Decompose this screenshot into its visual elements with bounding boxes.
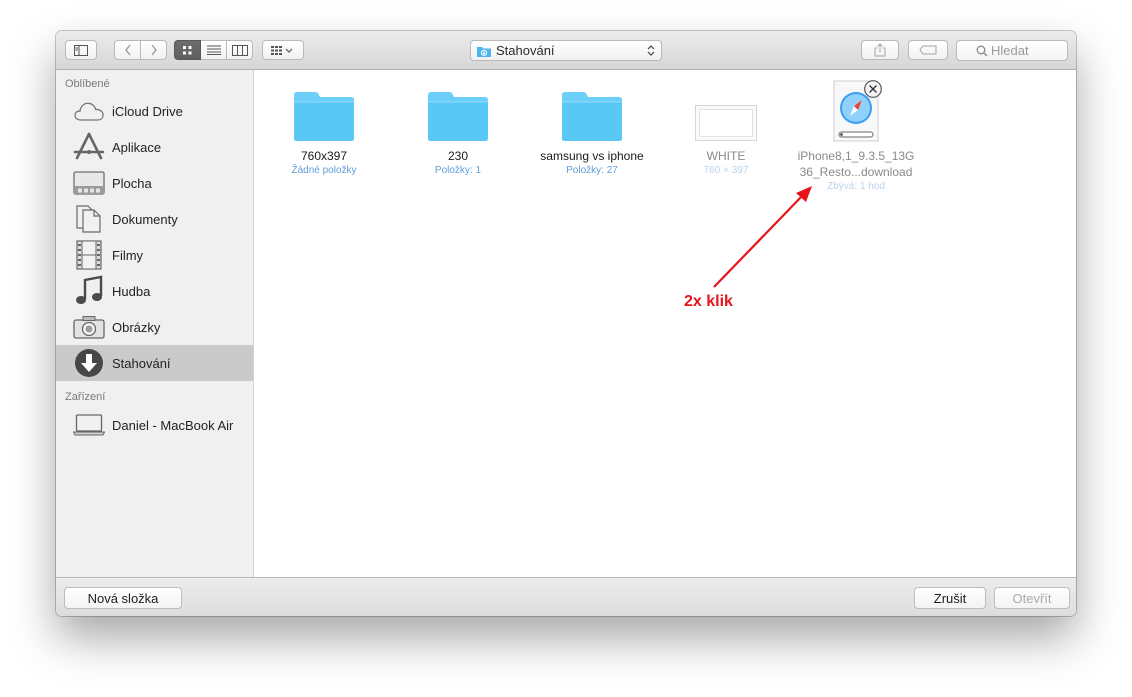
forward-button[interactable] (141, 40, 167, 60)
list-view-button[interactable] (201, 40, 227, 60)
sidebar-item-label: Obrázky (112, 319, 161, 335)
share-icon (874, 43, 886, 57)
sidebar: Oblíbené iCloud Drive Aplikace Plocha Do… (56, 70, 254, 577)
search-field[interactable]: Hledat (956, 40, 1068, 61)
file-item-name-line-1: iPhone8,1_9.3.5_13G (797, 149, 915, 163)
file-item-info: Položky: 27 (566, 165, 618, 176)
share-button[interactable] (861, 40, 899, 60)
sidebar-item-label: Stahování (112, 355, 171, 371)
chevron-left-icon (124, 44, 131, 56)
icon-view-icon (183, 45, 192, 54)
file-item-name: WHITE (706, 149, 746, 163)
back-button[interactable] (114, 40, 141, 60)
search-icon (976, 45, 988, 57)
sidebar-item-label: Dokumenty (112, 211, 178, 227)
sidebar-item-label: Aplikace (112, 139, 162, 155)
view-mode-group (174, 40, 253, 60)
cancel-button[interactable]: Zrušit (914, 587, 986, 609)
folder-icon (428, 92, 488, 141)
sidebar-item-label: Filmy (112, 247, 144, 263)
sidebar-item-label: Daniel - MacBook Air (112, 417, 234, 433)
desktop-icon (73, 171, 105, 195)
file-item-name-line-2: 36_Resto...download (799, 165, 913, 179)
file-item-image[interactable]: WHITE 760 × 397 (661, 78, 791, 177)
list-view-icon (206, 45, 221, 55)
devices-header: Zařízení (65, 391, 106, 403)
sidebar-item-stahovani[interactable]: Stahování (56, 345, 253, 381)
tag-button[interactable] (908, 40, 948, 60)
sidebar-item-label: Hudba (112, 283, 151, 299)
chevron-right-icon (150, 44, 157, 56)
location-popup[interactable]: Stahování (470, 40, 662, 61)
file-item-name: samsung vs iphone (540, 149, 644, 163)
film-icon (76, 240, 102, 270)
folder-icon (294, 92, 354, 141)
sidebar-item-filmy[interactable]: Filmy (56, 238, 253, 272)
tag-icon (919, 45, 937, 55)
file-item-info: Žádné položky (291, 165, 357, 176)
file-item-info: 760 × 397 (703, 165, 749, 176)
open-file-dialog: Stahování Hledat Oblíbené iCloud Drive A… (56, 31, 1076, 616)
file-item-name: 230 (447, 149, 469, 163)
open-button[interactable]: Otevřít (994, 587, 1070, 609)
file-item-folder[interactable]: 760x397 Žádné položky (259, 78, 389, 177)
cancel-download-icon[interactable] (864, 80, 882, 98)
sidebar-item-aplikace[interactable]: Aplikace (56, 130, 253, 164)
sidebar-item-obrazky[interactable]: Obrázky (56, 310, 253, 344)
sidebar-item-hudba[interactable]: Hudba (56, 274, 253, 308)
folder-icon (562, 92, 622, 141)
bottom-bar: Nová složka Zrušit Otevřít (56, 577, 1076, 616)
sidebar-item-macbook-air[interactable]: Daniel - MacBook Air (56, 408, 253, 442)
file-item-folder[interactable]: 230 Položky: 1 (393, 78, 523, 177)
column-view-icon (231, 44, 248, 56)
icon-view-button[interactable] (174, 40, 201, 60)
download-icon (75, 349, 103, 377)
file-item-download[interactable]: iPhone8,1_9.3.5_13G 36_Resto...download … (781, 78, 931, 193)
sidebar-item-plocha[interactable]: Plocha (56, 166, 253, 200)
back-forward-group (114, 40, 167, 60)
chevron-updown-icon (647, 45, 655, 56)
annotation-label: 2x klik (684, 293, 733, 310)
toolbar: Stahování Hledat (56, 31, 1076, 70)
file-browser: 760x397 Žádné položky 230 Položky: 1 sam… (254, 70, 1076, 577)
location-label: Stahování (496, 43, 555, 58)
file-item-folder[interactable]: samsung vs iphone Položky: 27 (527, 78, 657, 177)
music-note-icon (76, 275, 103, 304)
favorites-header: Oblíbené (65, 78, 110, 90)
laptop-icon (73, 414, 105, 436)
file-item-name: 760x397 (300, 149, 348, 163)
applications-icon (73, 132, 105, 160)
sidebar-toggle-icon (74, 44, 88, 56)
file-item-info: Položky: 1 (434, 165, 482, 176)
downloads-folder-icon (477, 46, 491, 57)
annotation-arrow (713, 186, 812, 288)
image-thumbnail-icon (695, 105, 757, 141)
column-view-button[interactable] (227, 40, 253, 60)
sidebar-item-label: iCloud Drive (112, 103, 183, 119)
sidebar-toggle-button[interactable] (65, 40, 97, 60)
sidebar-item-dokumenty[interactable]: Dokumenty (56, 202, 253, 236)
documents-icon (76, 205, 101, 233)
sidebar-item-icloud-drive[interactable]: iCloud Drive (56, 94, 253, 128)
arrange-icon (271, 45, 293, 55)
new-folder-button[interactable]: Nová složka (64, 587, 182, 609)
cloud-icon (74, 102, 104, 121)
arrange-button[interactable] (262, 40, 304, 60)
camera-icon (73, 316, 105, 339)
search-placeholder: Hledat (991, 43, 1029, 58)
sidebar-item-label: Plocha (112, 175, 152, 191)
